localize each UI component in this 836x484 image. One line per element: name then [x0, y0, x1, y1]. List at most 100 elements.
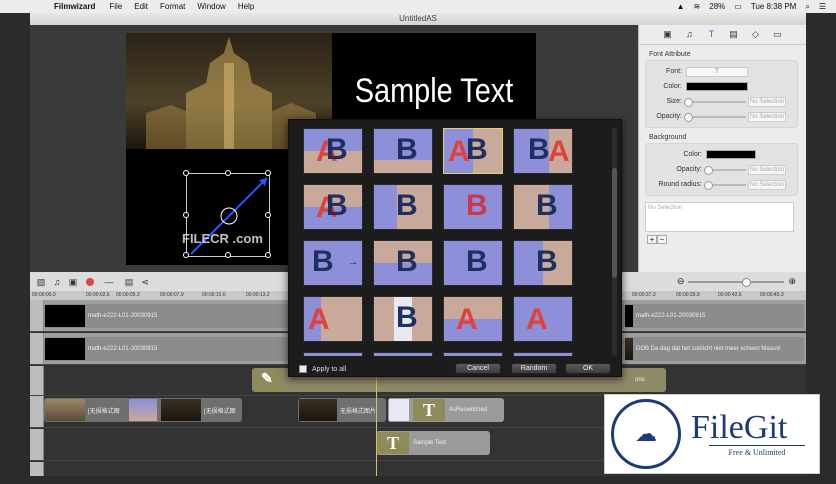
notification-icon[interactable]: ☰: [819, 2, 826, 11]
share-icon[interactable]: ⋖: [140, 277, 150, 287]
resize-handle[interactable]: [225, 252, 231, 258]
image-clip[interactable]: [无损格式图: [128, 398, 242, 422]
menu-app-name[interactable]: Filmwizard: [54, 2, 95, 11]
minus-icon[interactable]: —: [104, 277, 114, 287]
font-picker[interactable]: T: [686, 66, 748, 77]
wifi-icon[interactable]: ≋: [694, 2, 701, 11]
menu-window[interactable]: Window: [197, 2, 225, 11]
transition-option[interactable]: A: [443, 296, 503, 342]
transition-option[interactable]: AB: [303, 184, 363, 230]
video-clip[interactable]: DOB Da dag dat het zoelicht niet meer sc…: [624, 337, 804, 361]
transition-option[interactable]: A: [303, 296, 363, 342]
menu-file[interactable]: File: [109, 2, 122, 11]
image-icon[interactable]: ▨: [36, 277, 46, 287]
film-icon[interactable]: ▣: [68, 277, 78, 287]
menu-edit[interactable]: Edit: [134, 2, 148, 11]
search-icon[interactable]: ⌕: [805, 2, 809, 12]
resize-handle[interactable]: [265, 170, 271, 176]
transition-option[interactable]: BA: [513, 128, 573, 174]
image-clip[interactable]: [无损格式图: [44, 398, 140, 422]
menu-format[interactable]: Format: [160, 2, 185, 11]
cancel-button[interactable]: Cancel: [455, 363, 501, 374]
resize-handle[interactable]: [265, 212, 271, 218]
bg-opacity-slider[interactable]: [704, 165, 746, 175]
ok-button[interactable]: OK: [565, 363, 611, 374]
size-slider[interactable]: [684, 97, 746, 107]
clip-label: [无损格式图: [204, 408, 236, 415]
zoom-in-icon[interactable]: ⊕: [788, 276, 796, 287]
battery-icon[interactable]: ▭: [734, 2, 742, 11]
shape-icon[interactable]: ◇: [750, 29, 761, 40]
media-icon[interactable]: ▤: [728, 29, 739, 40]
inspector-panel: ▣ ♫ T ▤ ◇ ▭ Font Attribute Font: T Color:…: [638, 25, 806, 272]
transition-option[interactable]: AB: [303, 128, 363, 174]
resize-handle[interactable]: [265, 252, 271, 258]
transition-option[interactable]: B: [443, 184, 503, 230]
opacity-slider[interactable]: [684, 112, 746, 122]
clip-thumbnail: [299, 399, 337, 421]
resize-handle[interactable]: [183, 170, 189, 176]
opacity-field[interactable]: No Selection: [748, 111, 786, 122]
resize-handle[interactable]: [225, 170, 231, 176]
add-button[interactable]: +: [647, 235, 657, 244]
bg-opacity-field[interactable]: No Selection: [748, 164, 786, 175]
ruler-tick: 00:00:45.3: [760, 292, 784, 298]
transition-option[interactable]: B: [513, 184, 573, 230]
menu-clock[interactable]: Tue 8:38 PM: [751, 2, 797, 11]
record-icon[interactable]: [86, 277, 94, 286]
video-clip[interactable]: math-e222-L01-20030915: [624, 304, 804, 328]
resize-handle[interactable]: [183, 212, 189, 218]
transition-option[interactable]: B →: [303, 240, 363, 286]
ruler-tick: 00:00:00.0: [32, 292, 56, 298]
clip-label: math-e222-L01-20030915: [88, 346, 158, 352]
folder-icon[interactable]: ▭: [772, 29, 783, 40]
apply-to-all-checkbox[interactable]: [299, 365, 307, 373]
transition-picker: AB B AB BA AB B B B B → B B B A B A A App…: [288, 119, 622, 377]
size-field[interactable]: No Selection: [748, 96, 786, 107]
clip-label: DOB Da dag dat het zoelicht niet meer sc…: [636, 346, 781, 352]
ruler-tick: 00:00:39.9: [676, 292, 700, 298]
clip-label: Sample Text: [413, 440, 446, 446]
transition-option[interactable]: B: [443, 240, 503, 286]
music-note-icon[interactable]: ♫: [52, 277, 62, 287]
bg-color-swatch[interactable]: [706, 150, 756, 159]
text-clip[interactable]: T Sample Text: [376, 431, 490, 455]
transition-option[interactable]: A: [513, 296, 573, 342]
clip-thumbnail: [625, 338, 633, 360]
music-icon[interactable]: ♫: [684, 29, 695, 40]
transition-option[interactable]: B: [373, 184, 433, 230]
zoom-slider[interactable]: [688, 277, 785, 287]
resize-handle[interactable]: [183, 252, 189, 258]
film-icon[interactable]: ▣: [662, 29, 673, 40]
ruler-tick: 00:00:07.9: [160, 292, 184, 298]
battery-text[interactable]: 28%: [709, 2, 725, 11]
clip-thumbnail: [45, 305, 85, 327]
round-radius-slider[interactable]: [704, 180, 746, 190]
bg-color-label: Color:: [683, 151, 702, 158]
round-radius-field[interactable]: No Selection: [748, 179, 786, 190]
save-icon[interactable]: ▤: [124, 277, 134, 287]
transition-option[interactable]: [513, 352, 573, 356]
clip-label: [无损格式图: [88, 408, 120, 415]
background-group: Color: Opacity: No Selection Round radius…: [645, 143, 798, 196]
text-icon[interactable]: T: [706, 29, 717, 40]
random-button[interactable]: Random: [511, 363, 557, 374]
scrollbar[interactable]: [612, 128, 617, 356]
menu-help[interactable]: Help: [238, 2, 254, 11]
image-clip[interactable]: 无损格式图片: [298, 398, 386, 422]
airplay-icon[interactable]: ▲: [677, 2, 685, 11]
notes-field[interactable]: No Selection: [645, 202, 794, 232]
transition-option[interactable]: [303, 352, 363, 356]
transition-option[interactable]: B: [513, 240, 573, 286]
transition-option[interactable]: B: [373, 296, 433, 342]
zoom-out-icon[interactable]: ⊖: [677, 276, 685, 287]
text-icon: T: [413, 399, 445, 421]
text-clip[interactable]: T AsReswitched: [388, 398, 504, 422]
remove-button[interactable]: −: [657, 235, 667, 244]
transition-option[interactable]: [373, 352, 433, 356]
font-color-swatch[interactable]: [686, 82, 748, 91]
transition-option[interactable]: [443, 352, 503, 356]
transition-option-selected[interactable]: AB: [443, 128, 503, 174]
transition-option[interactable]: B: [373, 128, 433, 174]
transition-option[interactable]: B: [373, 240, 433, 286]
